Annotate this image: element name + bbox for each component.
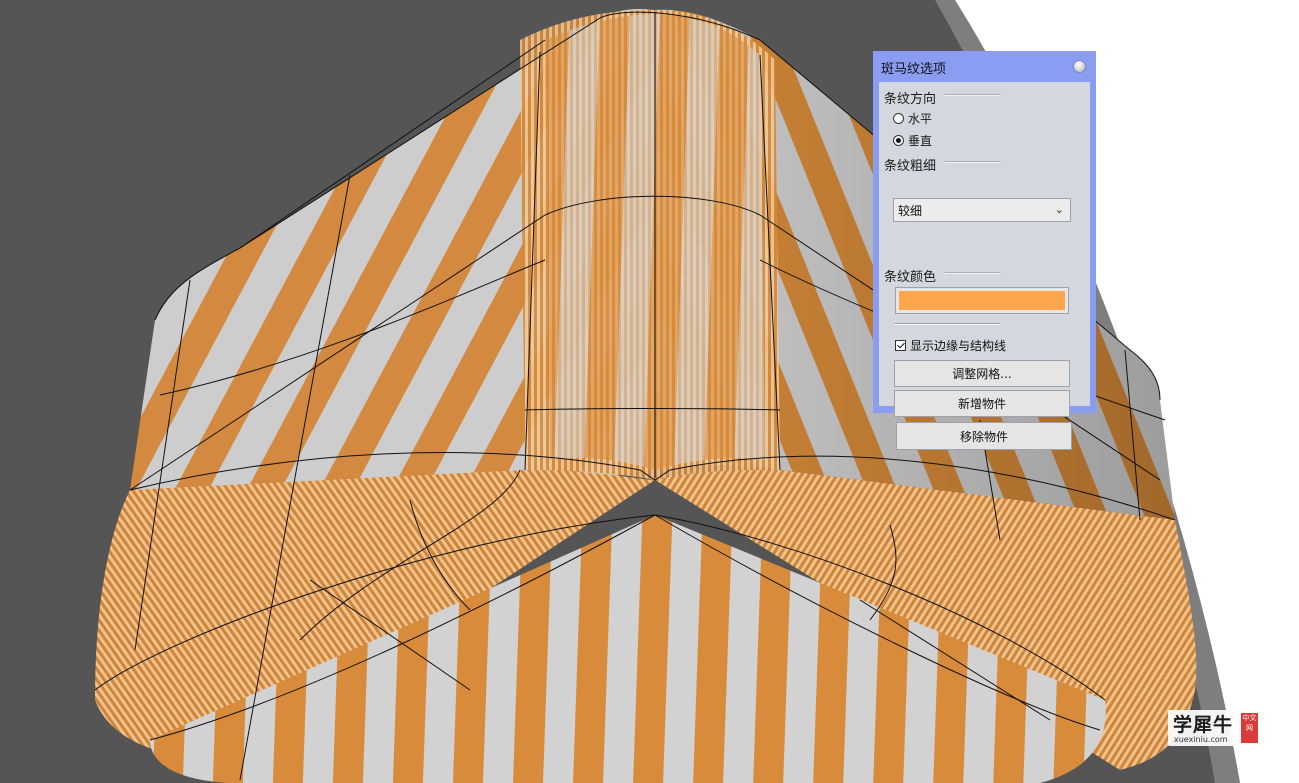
show-edges-label: 显示边缘与结构线	[910, 338, 1007, 353]
remove-object-button[interactable]: 移除物件	[896, 422, 1072, 450]
watermark-name: 学犀牛	[1173, 714, 1234, 736]
dialog-body: 条纹方向 水平 垂直 条纹粗细 较细 ⌄ 条纹颜色 显示边缘与结构线 调整网格.…	[879, 82, 1090, 450]
radio-vertical[interactable]: 垂直	[893, 132, 932, 148]
dialog-divider	[894, 323, 1000, 325]
watermark-url: xuexiniu.com	[1174, 735, 1228, 744]
rhino-viewport[interactable]: 斑马纹选项 条纹方向 水平 垂直 条纹粗细 较细 ⌄ 条纹颜色 显示边缘与结构线…	[0, 0, 1299, 783]
watermark-logo: 学犀牛 xuexiniu.com 中文网	[1168, 710, 1264, 746]
group-divider	[945, 161, 1001, 163]
radio-selected-icon[interactable]	[893, 134, 904, 146]
add-object-button[interactable]: 新增物件	[894, 390, 1070, 417]
radio-horizontal-label: 水平	[908, 111, 933, 126]
checkbox-checked-icon[interactable]	[895, 339, 906, 351]
close-icon[interactable]	[1073, 60, 1086, 73]
radio-vertical-label: 垂直	[908, 133, 933, 148]
radio-circle-icon[interactable]	[893, 112, 904, 124]
group-divider	[945, 272, 1001, 274]
group-divider	[945, 94, 1001, 96]
adjust-mesh-button[interactable]: 调整网格...	[894, 360, 1070, 387]
stripe-color-label: 条纹颜色	[884, 270, 937, 285]
radio-horizontal[interactable]: 水平	[893, 110, 932, 126]
show-edges-checkbox-row[interactable]: 显示边缘与结构线	[895, 337, 1006, 353]
stripe-color-swatch[interactable]	[895, 287, 1069, 314]
zebra-options-dialog: 斑马纹选项 条纹方向 水平 垂直 条纹粗细 较细 ⌄ 条纹颜色 显示边缘与结构线…	[873, 51, 1096, 450]
dialog-title: 斑马纹选项	[881, 62, 947, 77]
chevron-down-icon[interactable]: ⌄	[1055, 203, 1064, 216]
stripe-color-fill	[899, 291, 1065, 310]
stripe-thickness-label: 条纹粗细	[884, 159, 937, 174]
stripe-direction-label: 条纹方向	[884, 92, 937, 107]
zebra-analysis-render	[94, 0, 1299, 783]
watermark-badge: 中文网	[1241, 713, 1258, 743]
stripe-thickness-select[interactable]: 较细 ⌄	[893, 198, 1071, 222]
stripe-thickness-value: 较细	[898, 203, 923, 218]
